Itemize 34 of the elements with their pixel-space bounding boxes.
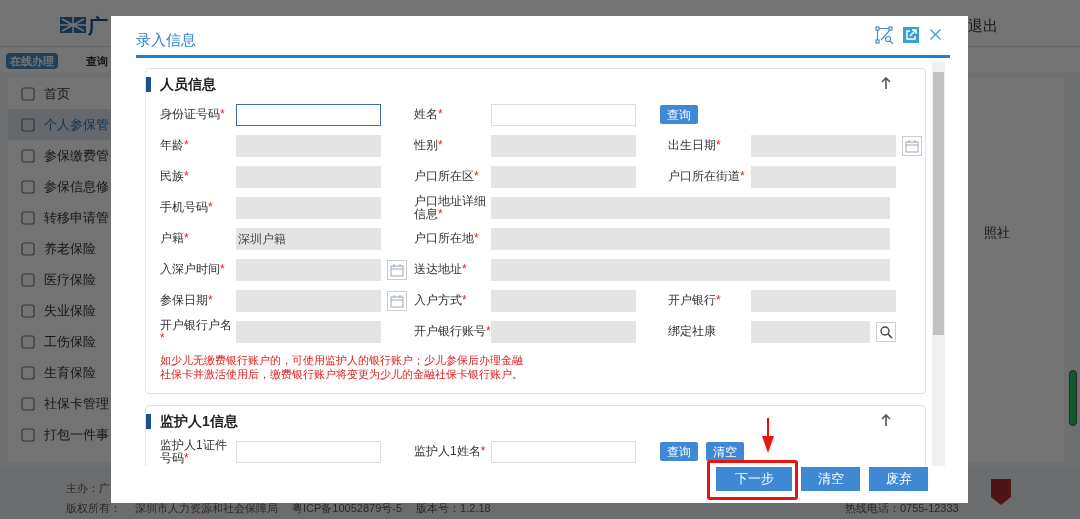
footer-text: 主办：广 — [66, 481, 110, 496]
field-label: 入户方式* — [414, 294, 468, 307]
logo-title: 广 — [88, 14, 108, 39]
field-label: 手机号码* — [160, 201, 214, 214]
field-label: 开户银行账号* — [414, 325, 491, 338]
field-label: 送达地址* — [414, 263, 468, 276]
footer-text: 粤ICP备10052879号-5 — [292, 501, 403, 516]
field-label: 监护人1姓名* — [414, 445, 487, 458]
field-label: 开户银行户名 * — [160, 318, 233, 345]
field-label: 出生日期* — [668, 139, 722, 152]
section-title: 监护人1信息 — [160, 411, 238, 431]
field-label: 入深户时间* — [160, 263, 226, 276]
dialog-title: 录入信息 — [136, 30, 196, 50]
field-label: 年龄* — [160, 139, 190, 152]
section-title: 人员信息 — [160, 74, 216, 94]
field-label: 户籍* — [160, 232, 190, 245]
field-label: 监护人1证件号码* — [160, 438, 228, 465]
field-label: 绑定社康 — [668, 325, 717, 338]
field-label: 姓名* — [414, 108, 444, 121]
footer-text: 深圳市人力资源和社会保障局 — [135, 501, 278, 516]
field-label: 户口所在地* — [414, 232, 480, 245]
readonly-field: 深圳户籍 — [236, 227, 381, 250]
field-label: 户口所在区* — [414, 170, 480, 183]
hotline-text: 热线电话：0755-12333 — [845, 501, 959, 516]
field-label: 开户银行* — [668, 294, 722, 307]
field-label: 民族* — [160, 170, 190, 183]
field-label: 户口地址详细信息* — [414, 194, 487, 221]
footer-text: 版权所有： — [66, 501, 121, 516]
field-label: 性别* — [414, 139, 444, 152]
warning-note: 如少儿无缴费银行账户的，可使用监护人的银行账户；少儿参保后办理金融社保卡并激活使用后，缴费银行账户将变更为少儿的金融社保卡银行账户。 — [160, 353, 524, 381]
content-text: 照社 — [984, 224, 1010, 242]
field-label: 参保日期* — [160, 294, 214, 307]
field-label: 身份证号码* — [160, 108, 226, 121]
field-label: 户口所在街道* — [668, 170, 745, 183]
